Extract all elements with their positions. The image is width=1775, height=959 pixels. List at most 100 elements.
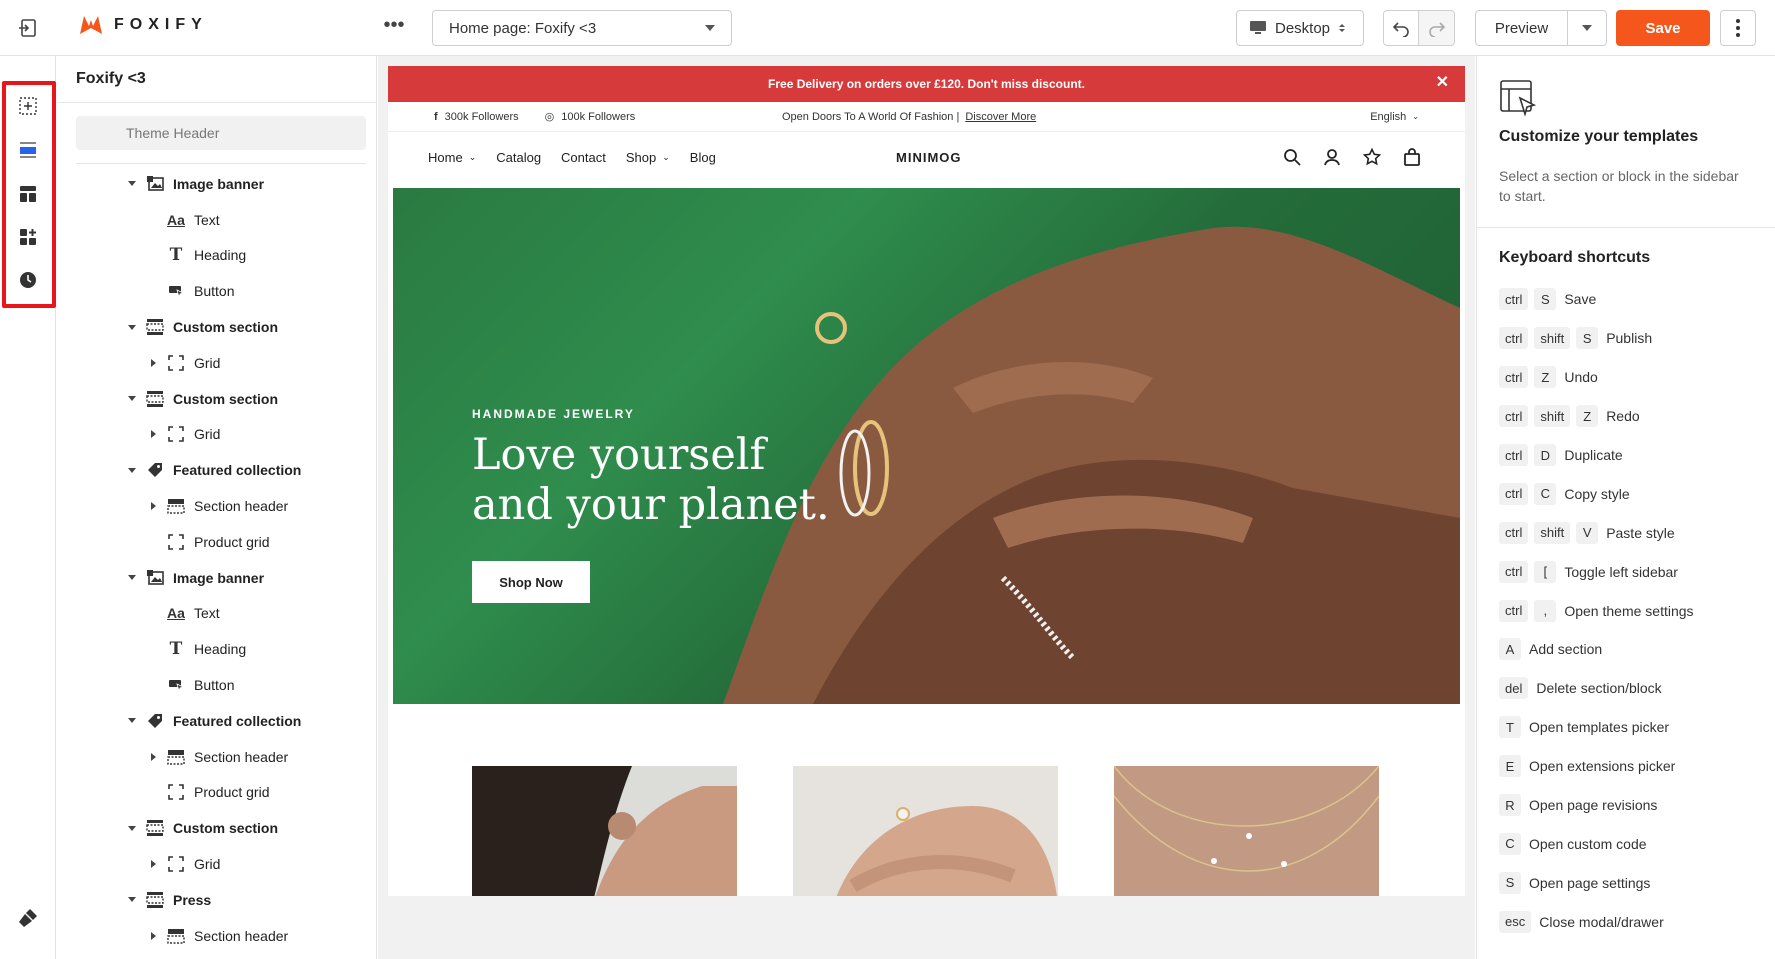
preview-group: Preview [1475,10,1607,46]
collapse-caret-icon[interactable] [127,322,137,332]
preview-dropdown-button[interactable] [1568,11,1606,45]
device-select[interactable]: Desktop [1236,10,1364,46]
hero-banner[interactable]: HANDMADE JEWELRY Love yourself and your … [393,188,1460,704]
store-page[interactable]: Free Delivery on orders over £120. Don't… [388,66,1465,896]
expand-caret-icon[interactable] [148,859,158,869]
layer-block[interactable]: Section header [57,488,376,524]
layer-block[interactable]: Section header [57,739,376,775]
facebook-followers: 300k Followers [444,110,519,123]
add-section-icon[interactable] [16,94,40,118]
more-menu-button[interactable] [1720,10,1756,46]
collapse-caret-icon[interactable] [127,823,137,833]
layer-block[interactable]: Grid [57,417,376,453]
layer-section[interactable]: Featured collection [57,703,376,739]
shortcut-row: ctrl, Open theme settings [1499,591,1694,630]
collapse-caret-icon[interactable] [127,465,137,475]
collapse-caret-icon[interactable] [127,179,137,189]
store-brand[interactable]: MINIMOG [896,150,962,165]
page-select[interactable]: Home page: Foxify <3 [432,10,732,46]
chevron-down-icon [1582,25,1592,31]
collapse-caret-icon[interactable] [127,895,137,905]
sections-icon[interactable] [16,138,40,162]
shortcut-row: R Open page revisions [1499,786,1694,825]
nav-link-shop[interactable]: Shop ⌄ [626,150,670,165]
layer-label: Press [173,891,212,908]
key-cap: ctrl [1499,560,1529,583]
layer-section[interactable]: Custom section [57,381,376,417]
shortcut-description: Open custom code [1529,835,1647,852]
expand-caret-icon[interactable] [148,358,158,368]
collapse-caret-icon[interactable] [127,573,137,583]
layer-block[interactable]: Section header [57,918,376,954]
layer-block[interactable]: Grid [57,345,376,381]
nav-link-blog[interactable]: Blog [690,150,716,165]
layer-section[interactable]: Image banner [57,166,376,202]
facebook-icon[interactable]: f [434,111,438,123]
layer-block[interactable]: T Heading [57,631,376,667]
layer-section[interactable]: Custom section [57,309,376,345]
nav-link-catalog[interactable]: Catalog [496,150,541,165]
announcement-bar: Free Delivery on orders over £120. Don't… [388,66,1465,102]
cart-icon[interactable] [1403,148,1421,166]
product-image-necklace[interactable] [1114,766,1379,896]
layer-section[interactable]: Custom section [57,810,376,846]
redo-button[interactable] [1419,10,1455,46]
discover-more-link[interactable]: Discover More [965,111,1036,123]
product-row [472,766,1379,896]
shortcut-description: Publish [1606,330,1653,347]
layer-section[interactable]: Featured collection [57,452,376,488]
search-icon[interactable] [1283,148,1301,166]
history-icon[interactable] [16,268,40,292]
paint-tools-icon[interactable] [16,906,40,930]
layer-block[interactable]: Aa Text [57,596,376,632]
product-image-earring[interactable] [472,766,737,896]
layer-block[interactable]: Aa Text [57,202,376,238]
key-cap: esc [1499,910,1532,933]
collapse-caret-icon[interactable] [127,716,137,726]
account-icon[interactable] [1323,148,1341,166]
key-cap: T [1499,716,1521,739]
shortcut-description: Add section [1529,641,1603,658]
layer-section[interactable]: Image banner [57,560,376,596]
theme-header-item[interactable]: Theme Header [76,116,366,150]
key-cap: Z [1576,405,1599,428]
layer-label: Image banner [173,569,265,586]
language-select[interactable]: English ⌄ [1370,111,1419,123]
expand-caret-icon[interactable] [148,931,158,941]
right-panel: Customize your templates Select a sectio… [1476,56,1775,959]
layer-block[interactable]: Button [57,273,376,309]
history-group [1383,10,1455,46]
grid-icon [166,854,186,874]
shortcut-row: E Open extensions picker [1499,747,1694,786]
expand-caret-icon[interactable] [148,752,158,762]
shop-now-button[interactable]: Shop Now [472,561,590,603]
wishlist-icon[interactable] [1363,148,1381,166]
undo-button[interactable] [1383,10,1419,46]
preview-button[interactable]: Preview [1476,11,1568,45]
button-icon [166,281,186,301]
layer-block[interactable]: Product grid [57,775,376,811]
layer-block[interactable]: Product grid [57,524,376,560]
layer-label: Section header [194,498,289,515]
expand-caret-icon[interactable] [148,501,158,511]
more-dots-icon[interactable]: ••• [382,15,406,40]
shortcut-description: Open templates picker [1529,719,1670,736]
extensions-icon[interactable] [16,225,40,249]
layer-block[interactable]: Grid [57,846,376,882]
expand-caret-icon[interactable] [148,429,158,439]
layer-section[interactable]: Press [57,882,376,918]
layer-block[interactable]: T Heading [57,238,376,274]
collapse-caret-icon[interactable] [127,394,137,404]
save-button[interactable]: Save [1616,10,1710,46]
templates-icon[interactable] [16,182,40,206]
close-icon[interactable]: ✕ [1436,75,1449,91]
layer-label: Button [194,283,235,300]
nav-link-contact[interactable]: Contact [561,150,606,165]
product-image-ring[interactable] [793,766,1058,896]
nav-link-home[interactable]: Home ⌄ [428,150,476,165]
layer-block[interactable]: Button [57,667,376,703]
undo-icon [1392,22,1409,37]
hero-title-line: Love yourself [472,430,766,480]
exit-icon[interactable] [16,16,40,40]
instagram-icon[interactable]: ◎ [545,110,555,123]
